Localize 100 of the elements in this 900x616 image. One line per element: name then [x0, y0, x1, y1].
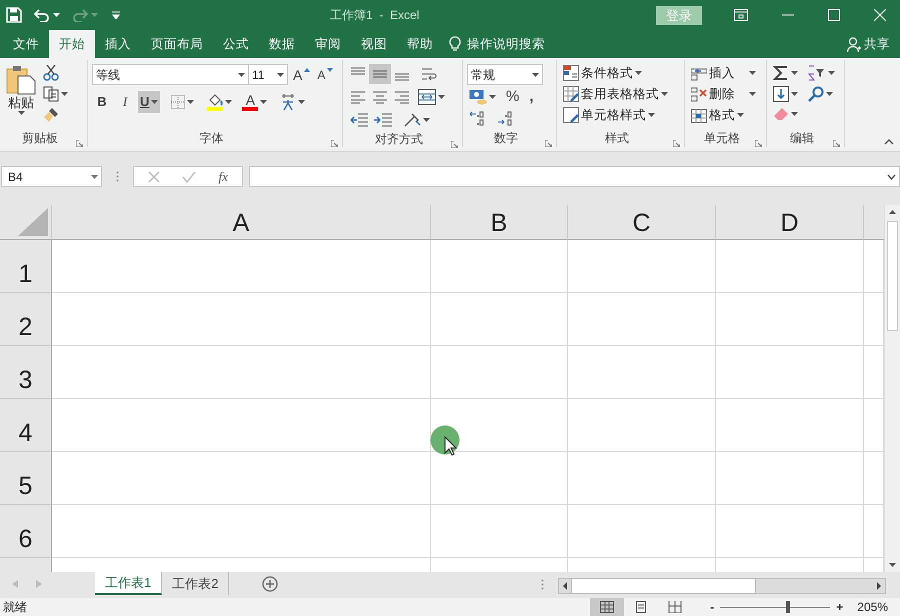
number-format-dropdown[interactable]: 常规 — [467, 64, 543, 85]
row-header[interactable]: 1 — [0, 240, 52, 293]
grid-cell[interactable] — [52, 558, 431, 572]
bold-button[interactable]: B — [92, 91, 112, 113]
zoom-level[interactable]: 205% — [857, 598, 888, 616]
grid-cell[interactable] — [568, 293, 716, 346]
caret-icon[interactable] — [791, 112, 798, 116]
grid-cell[interactable] — [716, 240, 864, 293]
find-select-button[interactable] — [806, 85, 835, 103]
grid-cell[interactable] — [716, 293, 864, 346]
caret-icon[interactable] — [532, 72, 539, 76]
grid-cell[interactable] — [431, 346, 568, 399]
grid-cell[interactable] — [568, 240, 716, 293]
caret-icon[interactable] — [749, 92, 756, 96]
collapse-ribbon-icon[interactable] — [884, 139, 894, 145]
column-header[interactable]: A — [52, 205, 431, 240]
slider-thumb[interactable] — [786, 601, 790, 613]
italic-button[interactable]: I — [115, 91, 135, 113]
grid-cell[interactable] — [716, 558, 864, 572]
grid-cell[interactable] — [52, 240, 431, 293]
grid-cell[interactable] — [864, 346, 884, 399]
grid-cell[interactable] — [864, 399, 884, 452]
menu-tab[interactable]: 页面布局 — [141, 30, 213, 58]
caret-icon[interactable] — [826, 92, 833, 96]
grid-cell[interactable] — [568, 399, 716, 452]
copy-button[interactable] — [41, 85, 70, 103]
caret-icon[interactable] — [661, 92, 668, 96]
font-name-dropdown[interactable]: 等线 — [92, 64, 249, 85]
vertical-scrollbar[interactable] — [884, 205, 900, 572]
tell-me-search[interactable]: 操作说明搜索 — [467, 34, 545, 54]
increase-font-size-button[interactable]: A — [291, 66, 312, 84]
autosum-button[interactable] — [771, 64, 800, 82]
font-size-dropdown[interactable]: 11 — [248, 64, 288, 85]
dialog-launcher-icon[interactable] — [76, 140, 83, 147]
row-header[interactable]: 6 — [0, 505, 52, 558]
grid-cell[interactable] — [716, 505, 864, 558]
grid-cell[interactable] — [568, 452, 716, 505]
caret-icon[interactable] — [423, 118, 430, 122]
grid-cell[interactable] — [431, 293, 568, 346]
caret-icon[interactable] — [151, 100, 158, 104]
grid-cell[interactable] — [716, 399, 864, 452]
grid-cell[interactable] — [716, 346, 864, 399]
caret-icon[interactable] — [260, 100, 268, 104]
cells-menu-button[interactable]: 删除 — [689, 85, 762, 103]
dialog-launcher-icon[interactable] — [755, 140, 762, 147]
caret-icon[interactable] — [277, 72, 284, 76]
maximize-icon[interactable] — [828, 9, 840, 21]
caret-icon[interactable] — [791, 92, 798, 96]
grid-cell[interactable] — [431, 240, 568, 293]
scroll-thumb[interactable] — [887, 221, 898, 331]
caret-icon[interactable] — [791, 71, 798, 75]
caret-icon[interactable] — [648, 113, 655, 117]
insert-function-button[interactable]: fx — [218, 166, 228, 186]
share-button[interactable]: 共享 — [837, 30, 900, 58]
dialog-launcher-icon[interactable] — [451, 141, 458, 148]
caret-icon[interactable] — [187, 100, 194, 104]
font-color-button[interactable]: A — [240, 92, 270, 112]
caret-icon[interactable] — [91, 174, 98, 178]
dialog-launcher-icon[interactable] — [331, 140, 338, 147]
grid-cell[interactable] — [431, 505, 568, 558]
column-header[interactable]: D — [716, 205, 864, 240]
comma-style-button[interactable]: , — [527, 88, 536, 106]
cells-menu-button[interactable]: 格式 — [689, 106, 762, 124]
caret-icon[interactable] — [635, 71, 642, 75]
style-menu-button[interactable]: 条件格式 — [561, 64, 680, 82]
save-icon[interactable] — [6, 7, 22, 23]
cells-menu-button[interactable]: 插入 — [689, 64, 762, 82]
menu-tab[interactable]: 公式 — [213, 30, 259, 58]
formula-input[interactable] — [249, 166, 900, 187]
grid-cell[interactable] — [52, 399, 431, 452]
expand-icon[interactable] — [887, 174, 896, 180]
normal-view-button[interactable] — [590, 598, 624, 616]
row-header[interactable]: 2 — [0, 293, 52, 346]
grid-cell[interactable] — [864, 293, 884, 346]
caret-icon[interactable] — [18, 111, 24, 115]
menu-tab[interactable]: 帮助 — [397, 30, 443, 58]
underline-button[interactable]: U — [138, 91, 160, 113]
fill-button[interactable] — [771, 85, 800, 103]
zoom-out-button[interactable]: - — [710, 598, 714, 616]
caret-icon[interactable] — [489, 95, 496, 99]
style-menu-button[interactable]: 单元格样式 — [561, 106, 680, 124]
row-header[interactable]: 4 — [0, 399, 52, 452]
menu-tab[interactable]: 视图 — [351, 30, 397, 58]
grid-cell[interactable] — [864, 558, 884, 572]
menu-tab[interactable]: 数据 — [259, 30, 305, 58]
ribbon-display-options-icon[interactable] — [734, 9, 748, 21]
close-icon[interactable] — [874, 9, 886, 21]
menu-tab[interactable]: 审阅 — [305, 30, 351, 58]
accounting-format-button[interactable] — [467, 88, 498, 106]
sheet-tab[interactable]: 工作表1 — [95, 572, 162, 595]
sort-filter-button[interactable] — [806, 64, 837, 82]
menu-tab[interactable]: 开始 — [49, 30, 95, 58]
add-sheet-icon[interactable] — [262, 576, 278, 592]
grid-cell[interactable] — [431, 558, 568, 572]
grid-cell[interactable] — [568, 505, 716, 558]
style-menu-button[interactable]: 套用表格格式 — [561, 85, 680, 103]
grid-cell[interactable] — [568, 346, 716, 399]
paste-button[interactable]: 粘贴 — [4, 64, 38, 124]
grid-cell[interactable] — [52, 452, 431, 505]
caret-icon[interactable] — [737, 113, 744, 117]
